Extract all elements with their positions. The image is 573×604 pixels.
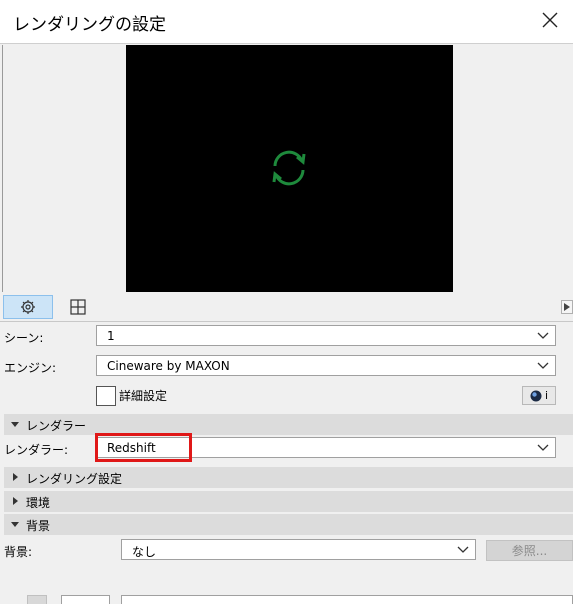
tab-settings[interactable] (3, 295, 53, 319)
renderer-label: レンダラー: (4, 443, 69, 457)
title-bar: レンダリングの設定 (0, 0, 573, 44)
close-button[interactable] (527, 0, 573, 40)
triangle-down-icon (11, 422, 19, 427)
triangle-right-icon (13, 497, 18, 505)
cinema4d-logo-icon (530, 390, 542, 401)
grid-icon (70, 299, 86, 315)
section-background-title: 背景 (26, 519, 51, 533)
section-renderer-title: レンダラー (26, 419, 87, 433)
window-title: レンダリングの設定 (13, 15, 166, 35)
chevron-down-icon (457, 546, 469, 553)
section-environment-title: 環境 (26, 496, 51, 510)
background-dropdown[interactable]: なし (121, 539, 476, 560)
detail-settings-label: 詳細設定 (119, 389, 168, 403)
browse-button[interactable]: 参照... (486, 540, 573, 561)
color-swatch[interactable] (27, 595, 47, 604)
section-background[interactable]: 背景 (4, 514, 573, 535)
triangle-right-icon (13, 473, 18, 481)
chevron-down-icon (537, 362, 549, 369)
triangle-right-icon (564, 303, 570, 311)
detail-settings-checkbox[interactable] (96, 386, 116, 406)
background-label: 背景: (4, 545, 33, 559)
preview-toolbar (0, 292, 573, 322)
preview-area (2, 45, 573, 292)
chevron-down-icon (537, 444, 549, 451)
scene-dropdown[interactable]: 1 (96, 325, 556, 346)
renderer-highlight-box (95, 433, 192, 462)
engine-label: エンジン: (4, 361, 57, 375)
info-label: i (544, 389, 549, 402)
scene-label: シーン: (4, 331, 44, 345)
value-field[interactable] (61, 595, 110, 604)
chevron-down-icon (537, 332, 549, 339)
section-rendering-settings[interactable]: レンダリング設定 (4, 467, 573, 488)
engine-dropdown[interactable]: Cineware by MAXON (96, 355, 556, 376)
preview-canvas (126, 45, 453, 292)
cinema4d-info-button[interactable]: i (522, 386, 556, 405)
engine-value: Cineware by MAXON (107, 359, 230, 373)
scroll-right-button[interactable] (561, 300, 573, 314)
refresh-icon (272, 150, 306, 186)
tab-layout[interactable] (53, 295, 103, 319)
close-icon (542, 12, 558, 28)
background-value: なし (132, 545, 157, 559)
section-environment[interactable]: 環境 (4, 491, 573, 512)
scene-value: 1 (107, 329, 115, 343)
section-rendering-settings-title: レンダリング設定 (26, 472, 123, 486)
section-renderer[interactable]: レンダラー (4, 414, 573, 435)
path-field[interactable] (121, 595, 573, 604)
gear-icon (21, 300, 35, 314)
triangle-down-icon (11, 522, 19, 527)
